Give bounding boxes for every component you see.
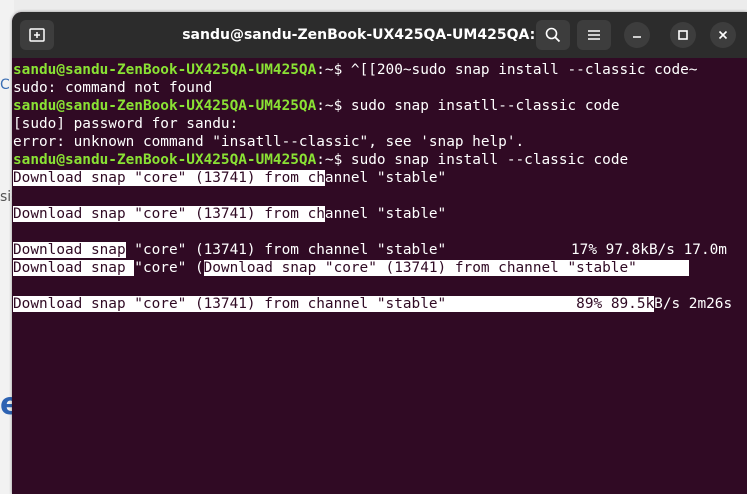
- terminal-output[interactable]: sandu@sandu-ZenBook-UX425QA-UM425QA:~$ ^…: [12, 58, 747, 494]
- download-progress: B/s 2m26s: [654, 296, 733, 312]
- new-tab-icon: [29, 28, 45, 42]
- download-progress: 17% 97.8kB/s 17.0m: [571, 242, 727, 258]
- maximize-button[interactable]: [670, 22, 696, 48]
- command-text: sudo snap install --classic code: [350, 152, 629, 168]
- output-text: error: unknown command "insatll--classic…: [13, 134, 525, 150]
- download-text: "core" (: [134, 260, 204, 276]
- download-progress: 89% 89.5k: [576, 296, 655, 312]
- prompt-separator: :~$: [316, 98, 351, 114]
- prompt-separator: :~$: [316, 152, 351, 168]
- terminal-window: sandu@sandu-ZenBook-UX425QA-UM425QA: ~ s…: [12, 12, 747, 494]
- prompt-user: sandu@sandu-ZenBook-UX425QA-UM425QA: [13, 62, 317, 78]
- highlighted-text: Download snap "core" (13741) from ch: [13, 206, 325, 222]
- background-text: C: [0, 77, 10, 93]
- terminal-line: sandu@sandu-ZenBook-UX425QA-UM425QA:~$ s…: [13, 97, 620, 115]
- download-line: Download snap "core" (13741) from channe…: [13, 295, 747, 313]
- terminal-line: sandu@sandu-ZenBook-UX425QA-UM425QA:~$ s…: [13, 151, 628, 169]
- highlight-fill: [446, 296, 577, 312]
- highlighted-text: Download snap: [13, 260, 135, 276]
- download-text: annel "stable": [324, 170, 447, 186]
- maximize-icon: [678, 30, 688, 40]
- search-icon: [545, 27, 561, 43]
- new-tab-button[interactable]: [20, 20, 54, 50]
- highlighted-text: Download snap "core" (13741) from ch: [13, 170, 325, 186]
- command-text: ^[[200~sudo snap install --classic code~: [350, 62, 698, 78]
- terminal-line: error: unknown command "insatll--classic…: [13, 133, 524, 151]
- close-icon: [718, 30, 728, 40]
- minimize-icon: [633, 36, 641, 38]
- search-button[interactable]: [536, 20, 570, 50]
- window-title: sandu@sandu-ZenBook-UX425QA-UM425QA: ~: [182, 27, 552, 43]
- download-line: Download snap "core" (13741) from channe…: [13, 169, 446, 187]
- title-bar: sandu@sandu-ZenBook-UX425QA-UM425QA: ~: [12, 12, 747, 58]
- download-text: "core" (13741) from channel "stable": [125, 242, 447, 258]
- command-text: sudo snap insatll--classic code: [350, 98, 620, 114]
- prompt-user: sandu@sandu-ZenBook-UX425QA-UM425QA: [13, 98, 317, 114]
- download-line: Download snap "core" (13741) from channe…: [13, 241, 747, 259]
- highlight-fill: [636, 260, 689, 276]
- terminal-line: sandu@sandu-ZenBook-UX425QA-UM425QA:~$ ^…: [13, 61, 697, 79]
- prompt-separator: :~$: [316, 62, 351, 78]
- terminal-line: sudo: command not found: [13, 79, 212, 97]
- highlighted-text: Download snap "core" (13741) from channe…: [203, 260, 637, 276]
- download-text: annel "stable": [324, 206, 447, 222]
- minimize-button[interactable]: [624, 22, 650, 48]
- download-line: Download snap "core" (13741) from channe…: [13, 205, 446, 223]
- close-button[interactable]: [710, 22, 736, 48]
- highlighted-text: Download snap "core" (13741) from channe…: [13, 296, 447, 312]
- output-text: sudo: command not found: [13, 80, 213, 96]
- hamburger-menu-icon: [588, 30, 600, 40]
- prompt-user: sandu@sandu-ZenBook-UX425QA-UM425QA: [13, 152, 317, 168]
- download-line: Download snap "core" (Download snap "cor…: [13, 259, 689, 277]
- highlighted-text: Download snap: [13, 242, 126, 258]
- menu-button[interactable]: [577, 20, 611, 50]
- terminal-line: [sudo] password for sandu:: [13, 115, 238, 133]
- output-text: [sudo] password for sandu:: [13, 116, 239, 132]
